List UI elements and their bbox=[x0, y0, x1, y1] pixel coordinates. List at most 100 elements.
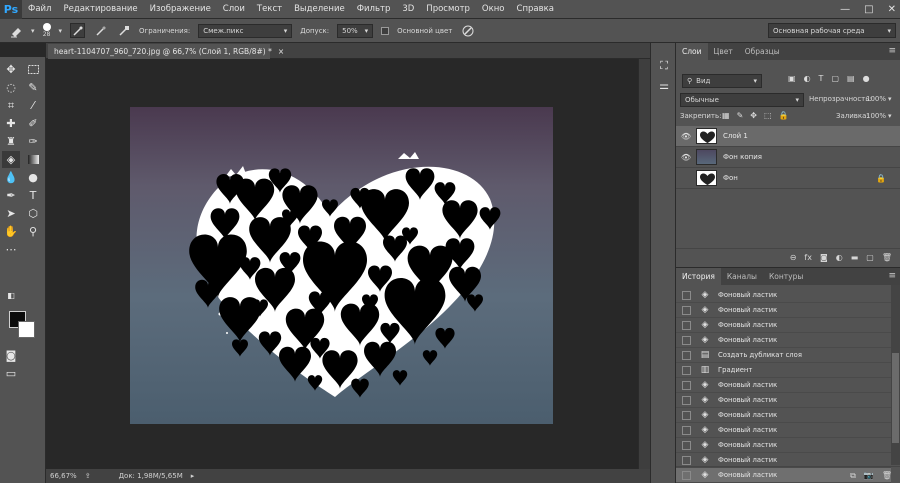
chevron-down-icon[interactable]: ▾ bbox=[888, 95, 892, 103]
history-source-checkbox[interactable] bbox=[682, 290, 691, 300]
zoom-tool-icon[interactable]: ⚲ bbox=[24, 223, 42, 240]
main-color-checkbox[interactable] bbox=[381, 26, 390, 35]
filter-shape-icon[interactable]: ▢ bbox=[831, 74, 839, 83]
sampling-swatch-icon[interactable] bbox=[116, 23, 131, 38]
history-source-checkbox[interactable] bbox=[682, 410, 691, 420]
history-source-checkbox[interactable] bbox=[682, 395, 691, 405]
move-tool-icon[interactable]: ✥ bbox=[2, 61, 20, 78]
filter-pixel-icon[interactable]: ▣ bbox=[788, 74, 796, 83]
blur-tool-icon[interactable]: 💧 bbox=[2, 169, 20, 186]
layer-style-icon[interactable]: fx bbox=[804, 253, 812, 262]
lock-pixels-icon[interactable]: ✎ bbox=[737, 111, 744, 120]
lock-transparent-icon[interactable]: ▦ bbox=[722, 111, 730, 120]
history-source-checkbox[interactable] bbox=[682, 380, 691, 390]
menu-type[interactable]: Текст bbox=[251, 4, 288, 14]
blend-mode-select[interactable]: Обычные ▾ bbox=[680, 93, 804, 107]
sampling-once-icon[interactable] bbox=[93, 23, 108, 38]
filter-type-icon[interactable]: T bbox=[819, 74, 824, 83]
history-panel-toggle-icon[interactable]: ⛶ bbox=[655, 57, 673, 74]
panel-menu-icon[interactable]: ≡ bbox=[888, 271, 896, 281]
menu-select[interactable]: Выделение bbox=[288, 4, 351, 14]
history-source-checkbox[interactable] bbox=[682, 305, 691, 315]
filter-toggle-icon[interactable]: ● bbox=[863, 74, 870, 83]
panel-menu-icon[interactable]: ≡ bbox=[888, 46, 896, 56]
history-source-checkbox[interactable] bbox=[682, 335, 691, 345]
default-colors-icon[interactable]: ◧ bbox=[2, 287, 20, 304]
visibility-eye-icon[interactable]: 👁 bbox=[676, 132, 696, 141]
image-canvas[interactable] bbox=[130, 107, 553, 424]
filter-adjustment-icon[interactable]: ◐ bbox=[804, 74, 811, 83]
history-source-checkbox[interactable] bbox=[682, 365, 691, 375]
history-item[interactable]: ◈ Фоновый ластик bbox=[676, 438, 891, 453]
close-tab-icon[interactable]: × bbox=[278, 47, 284, 56]
zoom-level[interactable]: 66,67% bbox=[50, 472, 77, 480]
eraser-tool-icon[interactable]: ◈ bbox=[2, 151, 20, 168]
new-group-icon[interactable]: ▬ bbox=[851, 253, 859, 262]
status-menu-arrow-icon[interactable]: ▸ bbox=[191, 472, 195, 480]
layer-kind-filter[interactable]: ⚲ Вид ▾ bbox=[682, 74, 762, 88]
eyedropper-tool-icon[interactable]: ⁄ bbox=[24, 97, 42, 114]
menu-view[interactable]: Просмотр bbox=[420, 4, 476, 14]
filter-smart-object-icon[interactable]: ▤ bbox=[847, 74, 855, 83]
history-item[interactable]: ◈ Фоновый ластик bbox=[676, 303, 891, 318]
lasso-tool-icon[interactable]: ◌ bbox=[2, 79, 20, 96]
minimize-button[interactable]: — bbox=[840, 4, 850, 15]
adjustments-panel-toggle-icon[interactable]: ⚌ bbox=[655, 77, 673, 94]
gradient-tool-icon[interactable] bbox=[24, 151, 42, 168]
tab-history[interactable]: История bbox=[676, 268, 721, 285]
history-source-checkbox[interactable] bbox=[682, 350, 691, 360]
hand-tool-icon[interactable]: ✋ bbox=[2, 223, 20, 240]
document-tab[interactable]: heart-1104707_960_720.jpg @ 66,7% (Слой … bbox=[48, 44, 284, 59]
limits-select[interactable]: Смеж.пикс ▾ bbox=[198, 23, 293, 38]
tool-preset-chevron-icon[interactable]: ▾ bbox=[31, 27, 35, 35]
menu-window[interactable]: Окно bbox=[476, 4, 511, 14]
history-source-checkbox[interactable] bbox=[682, 440, 691, 450]
pen-tool-icon[interactable]: ✒ bbox=[2, 187, 20, 204]
history-item[interactable]: ▥ Градиент bbox=[676, 363, 891, 378]
brush-chevron-icon[interactable]: ▾ bbox=[59, 27, 63, 35]
adjustment-layer-icon[interactable]: ◐ bbox=[836, 253, 843, 262]
history-item[interactable]: ◈ Фоновый ластик bbox=[676, 423, 891, 438]
tab-color[interactable]: Цвет bbox=[708, 43, 739, 60]
screen-mode-icon[interactable]: ▭ bbox=[2, 365, 20, 382]
lock-artboard-icon[interactable]: ⬚ bbox=[764, 111, 772, 120]
clone-stamp-tool-icon[interactable]: ♜ bbox=[2, 133, 20, 150]
visibility-eye-icon[interactable]: 👁 bbox=[676, 153, 696, 162]
quick-mask-icon[interactable]: ◙ bbox=[2, 347, 20, 364]
new-layer-icon[interactable]: ▢ bbox=[866, 253, 874, 262]
path-selection-tool-icon[interactable]: ➤ bbox=[2, 205, 20, 222]
share-icon[interactable]: ⇪ bbox=[85, 472, 91, 480]
sampling-continuous-icon[interactable] bbox=[70, 23, 86, 38]
background-eraser-tool-icon[interactable] bbox=[8, 23, 23, 38]
history-scroll-thumb[interactable] bbox=[892, 353, 899, 443]
lock-position-icon[interactable]: ✥ bbox=[750, 111, 757, 120]
chevron-down-icon[interactable]: ▾ bbox=[888, 112, 892, 120]
brush-picker[interactable]: 28 bbox=[42, 23, 51, 38]
menu-3d[interactable]: 3D bbox=[396, 4, 420, 14]
lock-all-icon[interactable]: 🔒 bbox=[779, 111, 789, 120]
fill-value[interactable]: 100% bbox=[866, 112, 886, 120]
pressure-size-icon[interactable] bbox=[460, 23, 475, 38]
history-item[interactable]: ◈ Фоновый ластик bbox=[676, 393, 891, 408]
dodge-tool-icon[interactable]: ● bbox=[24, 169, 42, 186]
history-item[interactable]: ◈ Фоновый ластик bbox=[676, 333, 891, 348]
menu-filter[interactable]: Фильтр bbox=[351, 4, 397, 14]
maximize-button[interactable]: □ bbox=[864, 4, 873, 15]
close-window-button[interactable]: ✕ bbox=[888, 4, 896, 15]
type-tool-icon[interactable]: T bbox=[24, 187, 42, 204]
layer-row[interactable]: 👁 Фон копия bbox=[676, 147, 900, 168]
healing-brush-tool-icon[interactable]: ✚ bbox=[2, 115, 20, 132]
tab-swatches[interactable]: Образцы bbox=[739, 43, 786, 60]
layer-row[interactable]: Фон 🔒 bbox=[676, 168, 900, 189]
camera-snapshot-icon[interactable]: 📷 bbox=[864, 471, 874, 480]
opacity-value[interactable]: 100% bbox=[866, 95, 886, 103]
menu-layers[interactable]: Слои bbox=[217, 4, 251, 14]
history-item[interactable]: ▤ Создать дубликат слоя bbox=[676, 348, 891, 363]
delete-state-icon[interactable]: 🗑 bbox=[882, 471, 892, 480]
history-brush-tool-icon[interactable]: ✑ bbox=[24, 133, 42, 150]
workspace-select[interactable]: Основная рабочая среда ▾ bbox=[768, 23, 896, 38]
menu-edit[interactable]: Редактирование bbox=[57, 4, 143, 14]
menu-file[interactable]: Файл bbox=[22, 4, 57, 14]
tab-channels[interactable]: Каналы bbox=[721, 268, 763, 285]
history-item[interactable]: ◈ Фоновый ластик bbox=[676, 408, 891, 423]
